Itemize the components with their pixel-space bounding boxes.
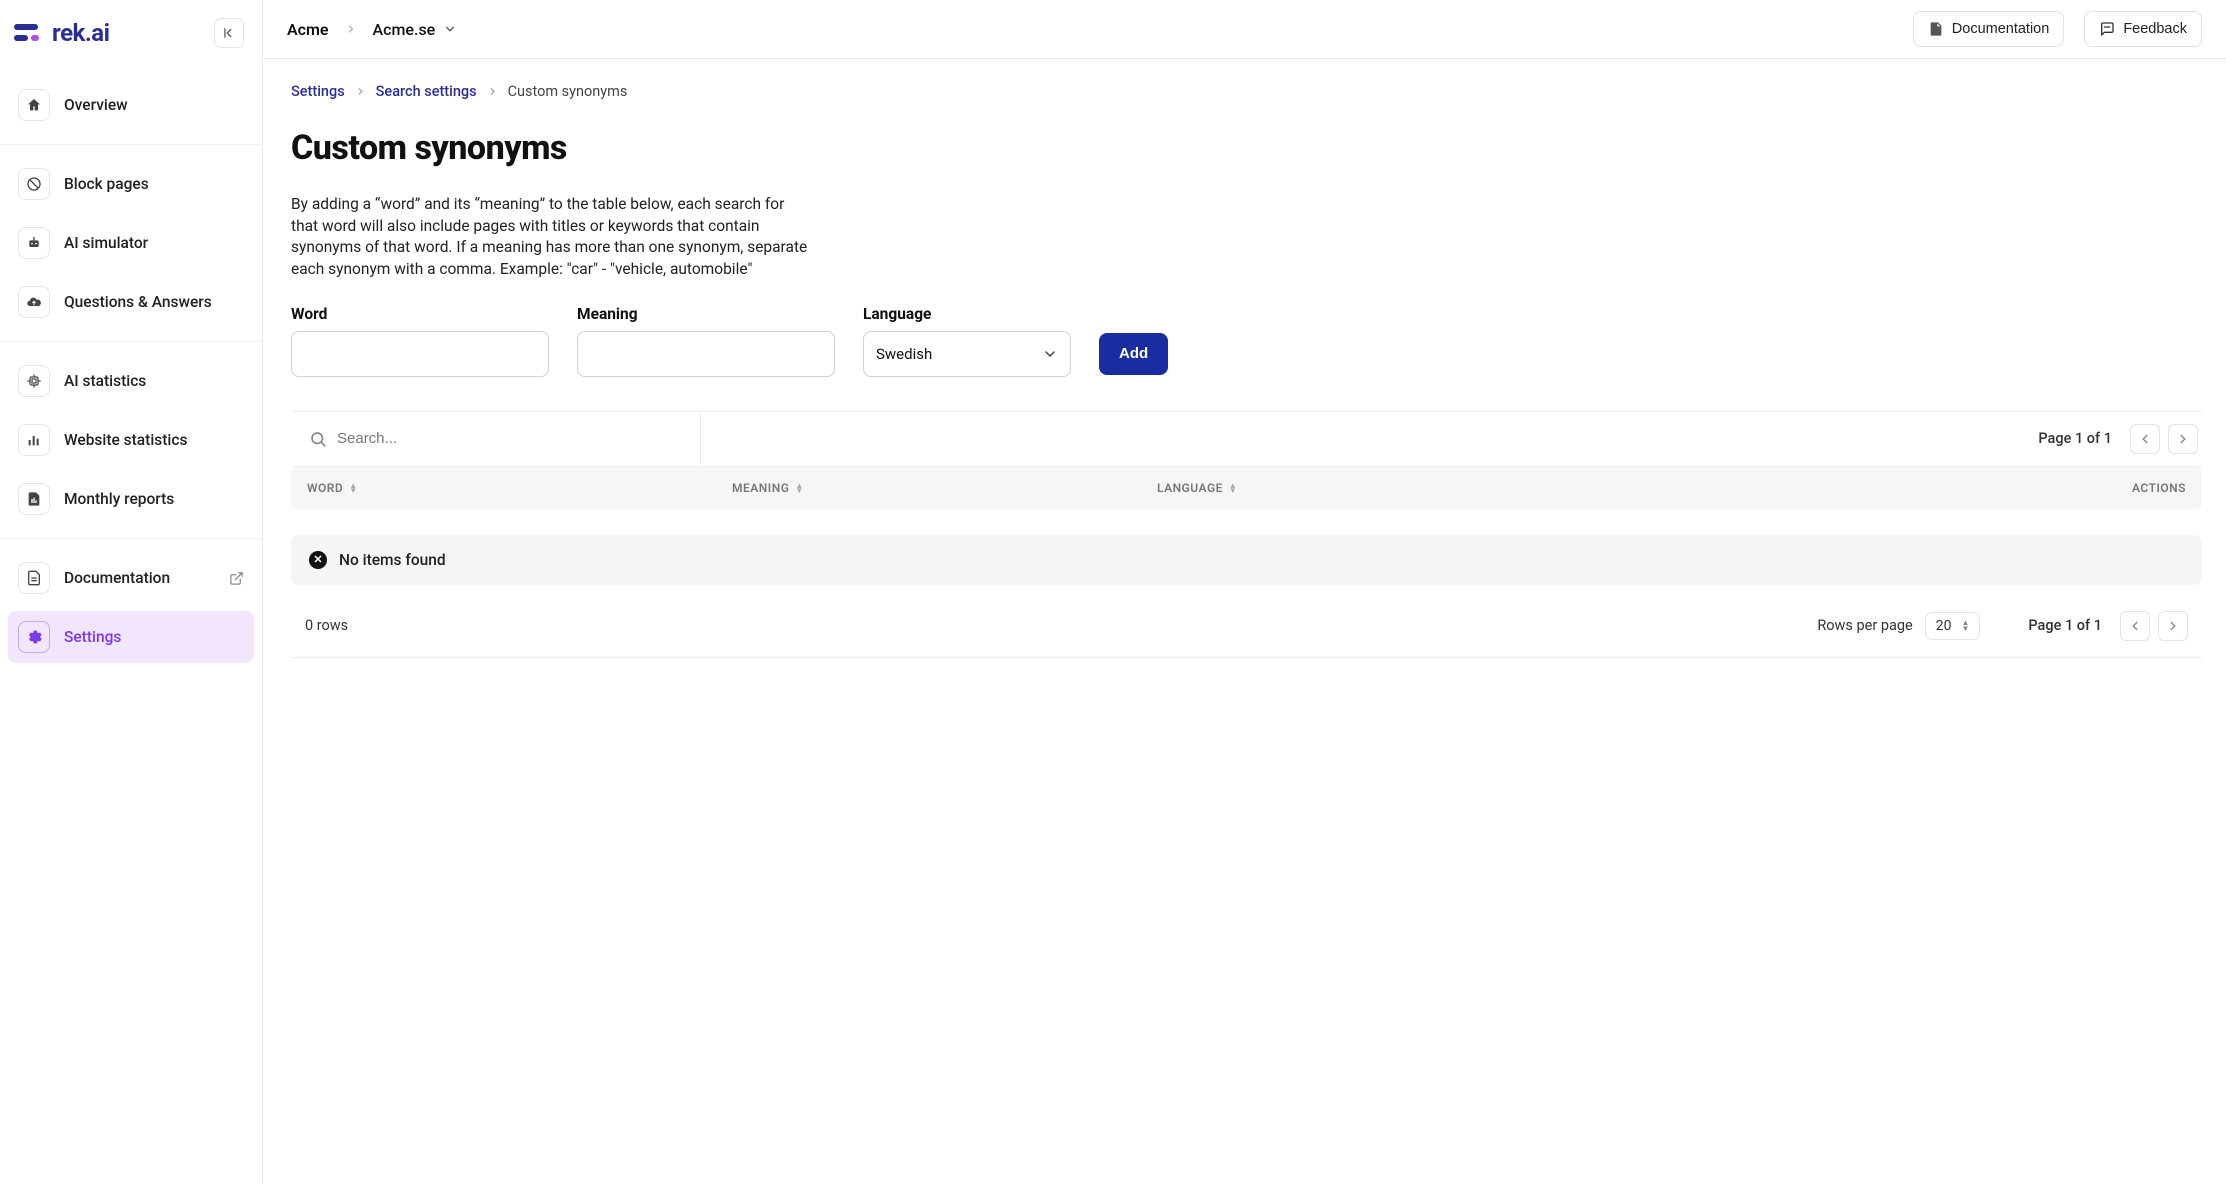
org-name[interactable]: Acme xyxy=(287,20,329,39)
error-icon: ✕ xyxy=(309,551,327,569)
sidebar-item-label: Settings xyxy=(64,628,121,646)
table-search[interactable] xyxy=(291,412,701,466)
sidebar-collapse-button[interactable] xyxy=(214,18,244,48)
site-switcher[interactable]: Acme.se xyxy=(373,20,458,39)
gear-icon xyxy=(18,621,50,653)
language-select[interactable]: Swedish xyxy=(863,331,1071,377)
rows-per-page-label: Rows per page xyxy=(1817,617,1912,634)
site-name: Acme.se xyxy=(373,20,436,39)
synonyms-table: Page 1 of 1 WORD ▲▼ MEANING ▲▼ xyxy=(291,411,2202,658)
meaning-input[interactable] xyxy=(577,331,835,377)
col-word[interactable]: WORD ▲▼ xyxy=(307,481,732,495)
sort-icon: ▲▼ xyxy=(1229,483,1237,493)
col-meaning[interactable]: MEANING ▲▼ xyxy=(732,481,1157,495)
sidebar-item-settings[interactable]: Settings xyxy=(8,611,254,663)
sidebar-item-label: Documentation xyxy=(64,569,170,587)
stepper-icon: ▲▼ xyxy=(1961,620,1969,632)
empty-message: No items found xyxy=(339,551,446,569)
page-indicator-bottom: Page 1 of 1 xyxy=(2028,617,2102,634)
sidebar-item-label: AI simulator xyxy=(64,234,148,252)
page-description: By adding a “word” and its “meaning” to … xyxy=(291,194,811,281)
sidebar-item-ai-statistics[interactable]: AI statistics xyxy=(8,355,254,407)
bar-chart-icon xyxy=(18,424,50,456)
chevron-left-icon xyxy=(2128,619,2142,633)
table-header-row: WORD ▲▼ MEANING ▲▼ LANGUAGE ▲▼ ACTIONS xyxy=(291,467,2202,509)
col-actions: ACTIONS xyxy=(2096,481,2186,495)
feedback-button[interactable]: Feedback xyxy=(2084,11,2202,47)
chevron-right-icon xyxy=(2176,432,2190,446)
topbar: Acme Acme.se Documentation Feedback xyxy=(263,0,2226,59)
sidebar-item-label: Block pages xyxy=(64,175,149,193)
word-label: Word xyxy=(291,305,549,323)
chip-icon xyxy=(18,365,50,397)
sort-icon: ▲▼ xyxy=(349,483,357,493)
sidebar-item-ai-simulator[interactable]: AI simulator xyxy=(8,217,254,269)
chat-icon xyxy=(2099,21,2115,37)
documentation-button[interactable]: Documentation xyxy=(1913,11,2065,47)
external-link-icon xyxy=(229,571,244,586)
empty-state: ✕ No items found xyxy=(291,535,2202,585)
search-icon xyxy=(309,430,327,448)
sort-icon: ▲▼ xyxy=(795,483,803,493)
sidebar-item-label: AI statistics xyxy=(64,372,146,390)
sidebar-item-block-pages[interactable]: Block pages xyxy=(8,158,254,210)
breadcrumb-search-settings[interactable]: Search settings xyxy=(376,83,477,100)
doc-icon xyxy=(18,562,50,594)
sidebar-item-questions-answers[interactable]: Questions & Answers xyxy=(8,276,254,328)
logo-mark-icon xyxy=(14,22,44,44)
rows-count: 0 rows xyxy=(305,617,348,634)
meaning-label: Meaning xyxy=(577,305,835,323)
prev-page-button[interactable] xyxy=(2130,424,2160,454)
sidebar-item-documentation[interactable]: Documentation xyxy=(8,552,254,604)
sidebar-item-label: Monthly reports xyxy=(64,490,174,508)
rows-per-page-select[interactable]: 20 ▲▼ xyxy=(1925,612,1981,640)
brand-logo[interactable]: rek.ai xyxy=(14,19,110,47)
brand-name: rek.ai xyxy=(52,19,110,47)
home-icon xyxy=(18,89,50,121)
collapse-icon xyxy=(222,26,236,40)
chevron-right-icon xyxy=(355,86,366,97)
chevron-down-icon xyxy=(443,22,457,36)
sidebar-header: rek.ai xyxy=(0,0,262,66)
page-title: Custom synonyms xyxy=(291,128,2202,168)
sidebar-item-overview[interactable]: Overview xyxy=(8,79,254,131)
language-value: Swedish xyxy=(876,345,932,363)
sidebar-item-label: Website statistics xyxy=(64,431,187,449)
page-indicator-top: Page 1 of 1 xyxy=(2038,430,2112,447)
breadcrumb: Settings Search settings Custom synonyms xyxy=(291,83,2202,100)
sidebar-item-label: Overview xyxy=(64,96,128,114)
chevron-right-icon xyxy=(345,23,357,35)
next-page-button[interactable] xyxy=(2168,424,2198,454)
chevron-left-icon xyxy=(2138,432,2152,446)
prev-page-button-bottom[interactable] xyxy=(2120,611,2150,641)
breadcrumb-settings[interactable]: Settings xyxy=(291,83,345,100)
chevron-right-icon xyxy=(487,86,498,97)
chevron-right-icon xyxy=(2166,619,2180,633)
breadcrumb-current: Custom synonyms xyxy=(508,83,628,100)
block-icon xyxy=(18,168,50,200)
report-icon xyxy=(18,483,50,515)
cloud-icon xyxy=(18,286,50,318)
doc-icon xyxy=(1928,21,1944,37)
table-search-input[interactable] xyxy=(337,430,682,447)
table-footer: 0 rows Rows per page 20 ▲▼ Page 1 of 1 xyxy=(291,585,2202,658)
sidebar-item-website-statistics[interactable]: Website statistics xyxy=(8,414,254,466)
language-label: Language xyxy=(863,305,1071,323)
robot-icon xyxy=(18,227,50,259)
word-input[interactable] xyxy=(291,331,549,377)
next-page-button-bottom[interactable] xyxy=(2158,611,2188,641)
synonym-form: Word Meaning Language Swedish Add xyxy=(291,305,2202,377)
sidebar: rek.ai Overview Block pages AI simulator Qu… xyxy=(0,0,263,1184)
sidebar-item-label: Questions & Answers xyxy=(64,293,212,311)
sidebar-item-monthly-reports[interactable]: Monthly reports xyxy=(8,473,254,525)
chevron-down-icon xyxy=(1042,346,1058,362)
add-button[interactable]: Add xyxy=(1099,333,1168,375)
col-language[interactable]: LANGUAGE ▲▼ xyxy=(1157,481,2096,495)
